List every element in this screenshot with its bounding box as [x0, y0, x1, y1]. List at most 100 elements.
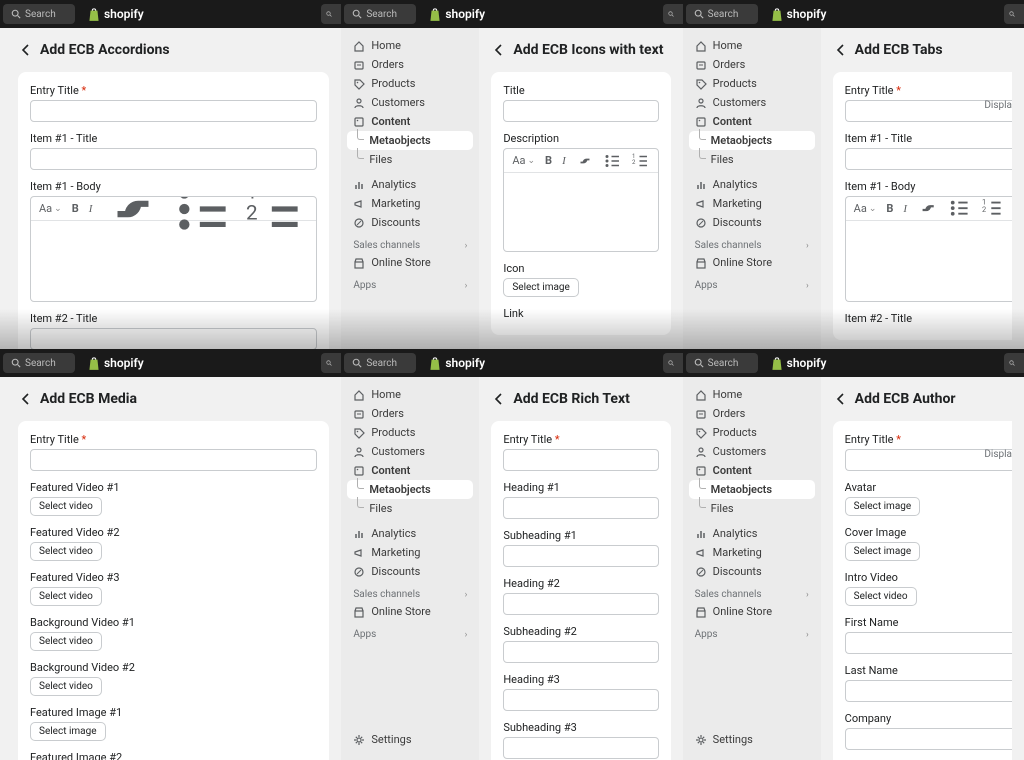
select-video-button[interactable]: Select video — [30, 632, 102, 651]
bold-button[interactable]: B — [72, 202, 79, 215]
select-video-button[interactable]: Select video — [30, 542, 102, 561]
nav-online-store[interactable]: Online Store — [689, 253, 815, 272]
back-arrow-icon[interactable] — [833, 392, 847, 406]
chevron-right-icon[interactable]: › — [465, 590, 468, 600]
search-input[interactable]: Search — [344, 4, 416, 24]
nav-content[interactable]: Content — [689, 112, 815, 131]
nav-home[interactable]: Home — [347, 36, 473, 55]
chevron-right-icon[interactable]: › — [465, 630, 468, 640]
search-right[interactable]: Search — [663, 353, 683, 373]
nav-content[interactable]: Content — [689, 461, 815, 480]
italic-button[interactable]: I — [903, 203, 907, 215]
back-arrow-icon[interactable] — [491, 43, 505, 57]
item1-title-input[interactable] — [845, 148, 1012, 170]
firstname-input[interactable] — [845, 632, 1012, 654]
select-image-button[interactable]: Select image — [30, 722, 106, 741]
nav-content[interactable]: Content — [347, 461, 473, 480]
rte-textarea[interactable] — [504, 173, 657, 251]
company-input[interactable] — [845, 728, 1012, 750]
bullet-list-icon[interactable] — [949, 197, 971, 219]
s3-input[interactable] — [503, 737, 658, 759]
nav-settings[interactable]: Settings — [347, 727, 473, 752]
s2-input[interactable] — [503, 641, 658, 663]
search-right[interactable]: Search — [1004, 353, 1024, 373]
chevron-right-icon[interactable]: › — [806, 590, 809, 600]
nav-home[interactable]: Home — [347, 385, 473, 404]
entry-title-input[interactable] — [503, 449, 658, 471]
select-video-button[interactable]: Select video — [30, 587, 102, 606]
bullet-list-icon[interactable] — [604, 152, 622, 170]
search-input[interactable]: Search — [3, 4, 75, 24]
chevron-right-icon[interactable]: › — [806, 281, 809, 291]
paragraph-style-dropdown[interactable]: Aa ⌄ — [512, 154, 535, 167]
nav-discounts[interactable]: Discounts — [689, 562, 815, 581]
nav-orders[interactable]: Orders — [689, 404, 815, 423]
nav-orders[interactable]: Orders — [347, 55, 473, 74]
nav-orders[interactable]: Orders — [347, 404, 473, 423]
paragraph-style-dropdown[interactable]: Aa ⌄ — [39, 202, 62, 215]
h3-input[interactable] — [503, 689, 658, 711]
entry-title-input[interactable] — [30, 449, 317, 471]
link-icon[interactable] — [576, 152, 594, 170]
bullet-list-icon[interactable] — [174, 196, 236, 239]
nav-settings[interactable]: Settings — [689, 727, 815, 752]
back-arrow-icon[interactable] — [491, 392, 505, 406]
nav-customers[interactable]: Customers — [689, 93, 815, 112]
chevron-right-icon[interactable]: › — [465, 281, 468, 291]
nav-metaobjects[interactable]: Metaobjects — [689, 480, 815, 499]
search-input[interactable]: Search — [344, 353, 416, 373]
nav-products[interactable]: Products — [689, 423, 815, 442]
nav-files[interactable]: Files — [347, 499, 473, 518]
back-arrow-icon[interactable] — [833, 43, 847, 57]
select-video-button[interactable]: Select video — [30, 497, 102, 516]
paragraph-style-dropdown[interactable]: Aa ⌄ — [854, 202, 877, 215]
entry-title-input[interactable] — [30, 100, 317, 122]
nav-metaobjects[interactable]: Metaobjects — [347, 131, 473, 150]
back-arrow-icon[interactable] — [18, 43, 32, 57]
nav-products[interactable]: Products — [347, 423, 473, 442]
search-input[interactable]: Search — [686, 353, 758, 373]
nav-analytics[interactable]: Analytics — [689, 524, 815, 543]
nav-files[interactable]: Files — [689, 499, 815, 518]
chevron-right-icon[interactable]: › — [465, 241, 468, 251]
nav-marketing[interactable]: Marketing — [347, 543, 473, 562]
nav-content[interactable]: Content — [347, 112, 473, 131]
search-input[interactable]: Search — [3, 353, 75, 373]
nav-marketing[interactable]: Marketing — [689, 543, 815, 562]
chevron-right-icon[interactable]: › — [806, 630, 809, 640]
select-image-button[interactable]: Select image — [845, 542, 921, 561]
nav-analytics[interactable]: Analytics — [689, 175, 815, 194]
nav-analytics[interactable]: Analytics — [347, 524, 473, 543]
chevron-right-icon[interactable]: › — [806, 241, 809, 251]
item2-title-input[interactable] — [30, 328, 317, 349]
nav-products[interactable]: Products — [689, 74, 815, 93]
nav-customers[interactable]: Customers — [347, 93, 473, 112]
nav-analytics[interactable]: Analytics — [347, 175, 473, 194]
nav-home[interactable]: Home — [689, 36, 815, 55]
select-video-button[interactable]: Select video — [845, 587, 917, 606]
nav-discounts[interactable]: Discounts — [347, 213, 473, 232]
search-input[interactable]: Search — [686, 4, 758, 24]
nav-files[interactable]: Files — [689, 150, 815, 169]
search-right[interactable]: Search — [321, 4, 341, 24]
nav-orders[interactable]: Orders — [689, 55, 815, 74]
italic-button[interactable]: I — [562, 155, 566, 167]
ordered-list-icon[interactable] — [632, 152, 650, 170]
nav-marketing[interactable]: Marketing — [347, 194, 473, 213]
select-image-button[interactable]: Select image — [503, 278, 579, 297]
ordered-list-icon[interactable] — [982, 197, 1004, 219]
nav-online-store[interactable]: Online Store — [347, 253, 473, 272]
search-right[interactable]: Search — [321, 353, 341, 373]
nav-home[interactable]: Home — [689, 385, 815, 404]
bold-button[interactable]: B — [886, 202, 893, 215]
search-right[interactable]: Search — [663, 4, 683, 24]
link-icon[interactable] — [102, 196, 164, 239]
select-image-button[interactable]: Select image — [845, 497, 921, 516]
bold-button[interactable]: B — [545, 154, 552, 167]
ordered-list-icon[interactable] — [246, 196, 308, 239]
nav-discounts[interactable]: Discounts — [347, 562, 473, 581]
nav-metaobjects[interactable]: Metaobjects — [347, 480, 473, 499]
lastname-input[interactable] — [845, 680, 1012, 702]
nav-products[interactable]: Products — [347, 74, 473, 93]
item1-title-input[interactable] — [30, 148, 317, 170]
